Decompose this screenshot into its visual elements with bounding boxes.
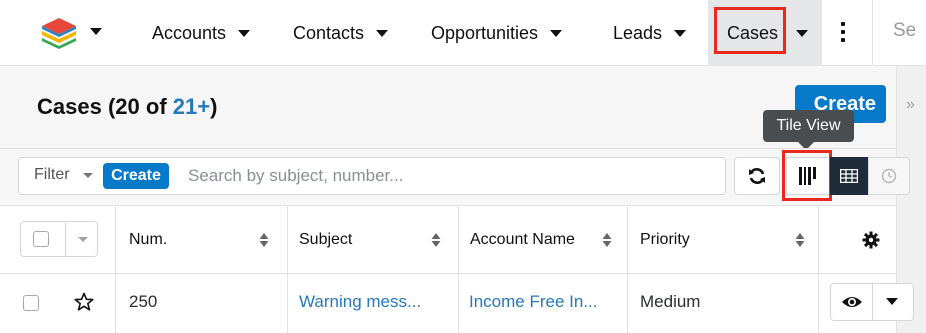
record-count-suffix: ) bbox=[210, 94, 218, 119]
column-divider bbox=[458, 206, 459, 333]
sort-icon[interactable] bbox=[795, 232, 805, 248]
star-icon[interactable] bbox=[74, 292, 94, 312]
mass-select-divider bbox=[65, 222, 66, 256]
chevron-down-icon[interactable] bbox=[550, 29, 563, 37]
page-title-module: Cases bbox=[37, 94, 102, 119]
highlight-box-tile-view bbox=[782, 150, 832, 201]
list-view-icon bbox=[840, 169, 858, 183]
activity-stream-button[interactable] bbox=[868, 157, 910, 195]
kebab-icon[interactable] bbox=[841, 22, 845, 42]
chevron-down-icon[interactable] bbox=[238, 29, 251, 37]
cell-account-link[interactable]: Income Free In... bbox=[469, 292, 598, 312]
nav-item-accounts[interactable]: Accounts bbox=[152, 0, 251, 66]
row-actions-divider bbox=[872, 284, 873, 320]
nav-item-contacts[interactable]: Contacts bbox=[293, 0, 389, 66]
column-divider bbox=[287, 206, 288, 333]
cell-subject-link[interactable]: Warning mess... bbox=[299, 292, 421, 312]
logo-menu-caret-icon[interactable] bbox=[90, 28, 102, 35]
chevron-down-icon[interactable] bbox=[83, 173, 93, 178]
column-divider bbox=[818, 206, 819, 333]
sort-icon[interactable] bbox=[259, 232, 269, 248]
sort-icon[interactable] bbox=[602, 232, 612, 248]
app-logo-icon[interactable] bbox=[40, 16, 78, 50]
chevron-down-icon[interactable] bbox=[796, 29, 809, 37]
eye-icon[interactable] bbox=[841, 294, 863, 310]
column-header-account-name[interactable]: Account Name bbox=[470, 231, 575, 249]
column-header-subject[interactable]: Subject bbox=[299, 231, 352, 249]
nav-item-label: Opportunities bbox=[431, 22, 539, 43]
clock-icon bbox=[881, 168, 897, 184]
row-checkbox[interactable] bbox=[23, 295, 39, 311]
column-header-priority[interactable]: Priority bbox=[640, 231, 690, 249]
cell-priority: Medium bbox=[640, 292, 701, 311]
column-divider bbox=[627, 206, 628, 333]
record-count-prefix: (20 of bbox=[107, 94, 173, 119]
filter-create-button[interactable]: Create bbox=[103, 163, 169, 189]
record-count-link[interactable]: 21+ bbox=[173, 94, 210, 119]
chevron-down-icon[interactable] bbox=[78, 237, 88, 242]
nav-item-label: Accounts bbox=[152, 22, 227, 43]
nav-item-opportunities[interactable]: Opportunities bbox=[431, 0, 563, 66]
record-count: (20 of 21+) bbox=[108, 94, 217, 119]
refresh-button[interactable] bbox=[734, 157, 780, 195]
chevron-down-icon[interactable] bbox=[886, 298, 898, 305]
nav-item-leads[interactable]: Leads bbox=[613, 0, 687, 66]
gear-icon[interactable] bbox=[862, 231, 880, 249]
column-header-num[interactable]: Num. bbox=[129, 231, 167, 249]
chevron-down-icon[interactable] bbox=[376, 29, 389, 37]
page-title: Cases (20 of 21+) bbox=[37, 94, 217, 120]
global-search-input[interactable]: Se bbox=[893, 20, 916, 42]
column-divider bbox=[115, 206, 116, 333]
nav-divider bbox=[872, 0, 873, 66]
select-all-checkbox[interactable] bbox=[33, 231, 49, 247]
sort-icon[interactable] bbox=[431, 232, 441, 248]
highlight-box-cases bbox=[714, 7, 786, 54]
refresh-icon bbox=[749, 168, 765, 184]
double-chevron-right-icon[interactable]: » bbox=[906, 96, 915, 114]
cell-num: 250 bbox=[129, 292, 158, 311]
filter-dropdown[interactable]: Filter bbox=[34, 166, 70, 184]
nav-item-label: Leads bbox=[613, 22, 663, 43]
search-input[interactable] bbox=[178, 160, 708, 192]
list-view-button[interactable] bbox=[830, 157, 868, 195]
nav-item-label: Contacts bbox=[293, 22, 365, 43]
tile-view-tooltip: Tile View bbox=[763, 110, 854, 142]
chevron-down-icon[interactable] bbox=[674, 29, 687, 37]
